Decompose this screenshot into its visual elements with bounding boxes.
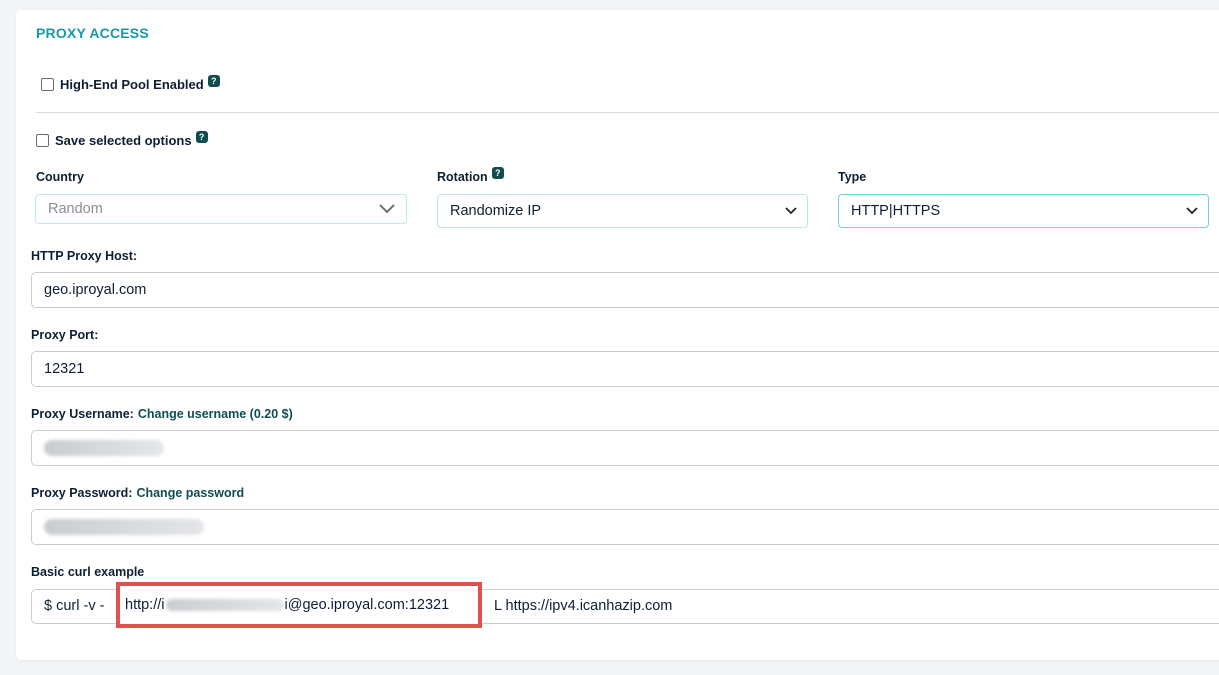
- password-field[interactable]: [31, 509, 1219, 545]
- proxy-url-start: http://i: [125, 597, 165, 613]
- host-label-text: HTTP Proxy Host:: [31, 249, 138, 263]
- help-icon[interactable]: ?: [207, 74, 220, 87]
- type-label-text: Type: [838, 170, 867, 184]
- proxy-url-end: i@geo.iproyal.com:12321: [284, 597, 450, 613]
- rotation-select[interactable]: Randomize IP: [437, 194, 808, 228]
- highlighted-proxy-url: http://i i@geo.iproyal.com:12321: [116, 582, 482, 628]
- username-field[interactable]: [31, 430, 1219, 466]
- host-value: geo.iproyal.com: [44, 282, 147, 298]
- chevron-down-icon: [785, 207, 797, 215]
- password-label-text: Proxy Password:: [31, 486, 133, 500]
- type-select[interactable]: HTTP|HTTPS: [838, 194, 1209, 228]
- country-value: Random: [48, 201, 103, 217]
- type-label: Type: [838, 170, 866, 184]
- redacted-credentials: [165, 599, 284, 611]
- port-value: 12321: [44, 361, 85, 377]
- save-options-checkbox[interactable]: [36, 134, 49, 147]
- country-label: Country: [36, 170, 84, 184]
- country-select[interactable]: Random: [35, 194, 407, 224]
- save-options-label: Save selected options: [55, 133, 192, 148]
- type-value: HTTP|HTTPS: [851, 203, 941, 219]
- curl-label-text: Basic curl example: [31, 565, 145, 579]
- section-title: PROXY ACCESS: [36, 25, 149, 41]
- redacted-username: [44, 440, 164, 456]
- username-label: Proxy Username: Change username (0.20 $): [31, 407, 293, 421]
- change-username-link[interactable]: Change username (0.20 $): [138, 407, 293, 421]
- rotation-value: Randomize IP: [450, 203, 542, 219]
- rotation-label-text: Rotation: [437, 170, 488, 184]
- country-label-text: Country: [36, 170, 84, 184]
- help-icon[interactable]: ?: [491, 167, 504, 179]
- chevron-down-icon: [1186, 207, 1198, 215]
- username-label-text: Proxy Username:: [31, 407, 134, 421]
- chevron-down-icon: [379, 204, 395, 214]
- proxy-access-card: [16, 10, 1219, 660]
- rotation-label: Rotation ?: [437, 167, 504, 184]
- redacted-password: [44, 519, 204, 535]
- host-label: HTTP Proxy Host:: [31, 249, 137, 263]
- port-label: Proxy Port:: [31, 328, 98, 342]
- save-options-row[interactable]: Save selected options ?: [36, 130, 208, 148]
- password-label: Proxy Password: Change password: [31, 486, 244, 500]
- high-end-pool-checkbox[interactable]: [41, 78, 54, 91]
- divider: [36, 112, 1219, 113]
- port-field[interactable]: 12321: [31, 351, 1219, 387]
- high-end-pool-row[interactable]: High-End Pool Enabled ?: [41, 74, 220, 92]
- port-label-text: Proxy Port:: [31, 328, 99, 342]
- host-field[interactable]: geo.iproyal.com: [31, 272, 1219, 308]
- curl-label: Basic curl example: [31, 565, 144, 579]
- curl-prefix: $ curl -v -: [44, 598, 105, 614]
- high-end-pool-label: High-End Pool Enabled: [60, 77, 204, 92]
- help-icon[interactable]: ?: [195, 130, 208, 143]
- change-password-link[interactable]: Change password: [136, 486, 244, 500]
- curl-suffix: L https://ipv4.icanhazip.com: [494, 598, 673, 614]
